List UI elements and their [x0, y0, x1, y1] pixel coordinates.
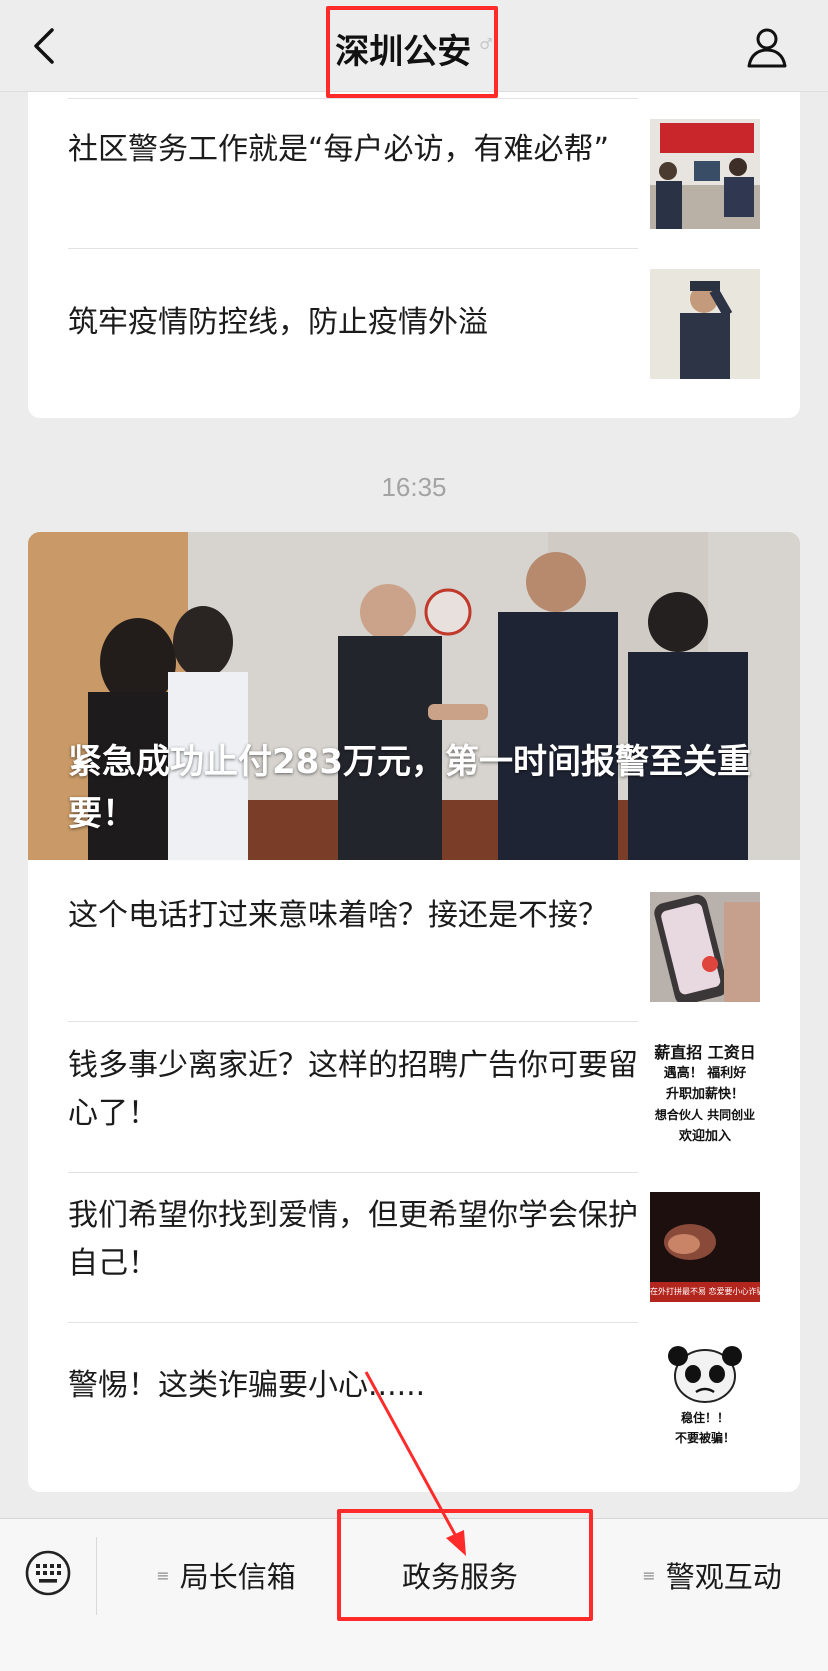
account-name: 深圳公安 — [335, 32, 472, 72]
menu-item-label: 警观互动 — [665, 1560, 782, 1594]
menu-lines-icon: ≡ — [642, 1565, 656, 1585]
verified-mark: ♂ — [479, 35, 493, 53]
divider — [68, 1021, 638, 1022]
page-title: 深圳公安 ♂ — [0, 24, 828, 73]
menu-item-police-interaction[interactable]: ≡ 警观互动 — [596, 1519, 828, 1631]
article-thumbnail — [650, 269, 760, 379]
divider — [68, 98, 638, 99]
article-title: 这个电话打过来意味着啥？接还是不接？ — [68, 898, 608, 933]
article-card-main: 紧急成功止付283万元，第一时间报警至关重要！ 这个电话打过来意味着啥？接还是不… — [28, 532, 800, 1492]
thumb-line: 遇高！ 福利好 — [663, 1066, 747, 1081]
message-timestamp: 16:35 — [381, 472, 447, 502]
article-title: 我们希望你找到爱情，但更希望你学会保护自己！ — [68, 1198, 638, 1281]
panda-meme-thumbnail: 稳住！！ 不要被骗！ — [650, 1342, 760, 1452]
article-title: 警惕！这类诈骗要小心...... — [68, 1368, 426, 1403]
article-item[interactable]: 警惕！这类诈骗要小心...... — [68, 1362, 638, 1410]
thumb-line: 薪直招 工资日 — [654, 1043, 756, 1062]
article-item[interactable]: 社区警务工作就是“每户必访，有难必帮” — [68, 126, 638, 174]
article-thumbnail: 在外打拼最不易 恋爱要小心诈骗 — [650, 1192, 760, 1302]
article-thumbnail — [650, 119, 760, 229]
menu-item-label: 政务服务 — [401, 1560, 518, 1594]
article-title: 钱多事少离家近？这样的招聘广告你可要留心了！ — [68, 1048, 638, 1131]
article-card-top: 社区警务工作就是“每户必访，有难必帮” 筑牢疫情防控线，防止疫情外溢 — [28, 40, 800, 418]
bottom-menu-bar: ≡ 局长信箱 政务服务 ≡ 警观互动 — [0, 1518, 828, 1671]
thumb-line: 不要被骗！ — [674, 1431, 735, 1445]
menu-item-label: 局长信箱 — [179, 1560, 296, 1594]
article-item[interactable]: 钱多事少离家近？这样的招聘广告你可要留心了！ — [68, 1042, 638, 1138]
hero-title: 紧急成功止付283万元，第一时间报警至关重要！ — [68, 742, 751, 834]
recruitment-ad-thumbnail: 薪直招 工资日 遇高！ 福利好 升职加薪快！ 想合伙人 共同创业 欢迎加入 — [650, 1042, 760, 1152]
keyboard-icon[interactable] — [24, 1549, 72, 1597]
person-icon[interactable] — [744, 24, 790, 70]
article-item[interactable]: 我们希望你找到爱情，但更希望你学会保护自己！ — [68, 1192, 638, 1288]
article-item[interactable]: 筑牢疫情防控线，防止疫情外溢 — [68, 299, 638, 347]
nav-bar: 深圳公安 ♂ — [0, 0, 828, 92]
thumb-caption: 在外打拼最不易 恋爱要小心诈骗 — [650, 1287, 760, 1296]
menu-lines-icon: ≡ — [156, 1565, 170, 1585]
article-title: 筑牢疫情防控线，防止疫情外溢 — [68, 305, 488, 340]
menu-item-government-services[interactable]: 政务服务 — [344, 1519, 576, 1631]
thumb-line: 想合伙人 共同创业 — [654, 1108, 756, 1122]
divider — [68, 248, 638, 249]
hero-article[interactable]: 紧急成功止付283万元，第一时间报警至关重要！ — [28, 532, 800, 860]
menu-separator — [96, 1537, 97, 1615]
thumb-line: 升职加薪快！ — [665, 1087, 744, 1102]
article-title: 社区警务工作就是“每户必访，有难必帮” — [68, 132, 610, 167]
thumb-line: 稳住！！ — [680, 1411, 729, 1425]
divider — [68, 1322, 638, 1323]
thumb-line: 欢迎加入 — [678, 1129, 731, 1144]
article-item[interactable]: 这个电话打过来意味着啥？接还是不接？ — [68, 892, 638, 940]
menu-item-director-mailbox[interactable]: ≡ 局长信箱 — [110, 1519, 342, 1631]
article-thumbnail — [650, 892, 760, 1002]
divider — [68, 1172, 638, 1173]
